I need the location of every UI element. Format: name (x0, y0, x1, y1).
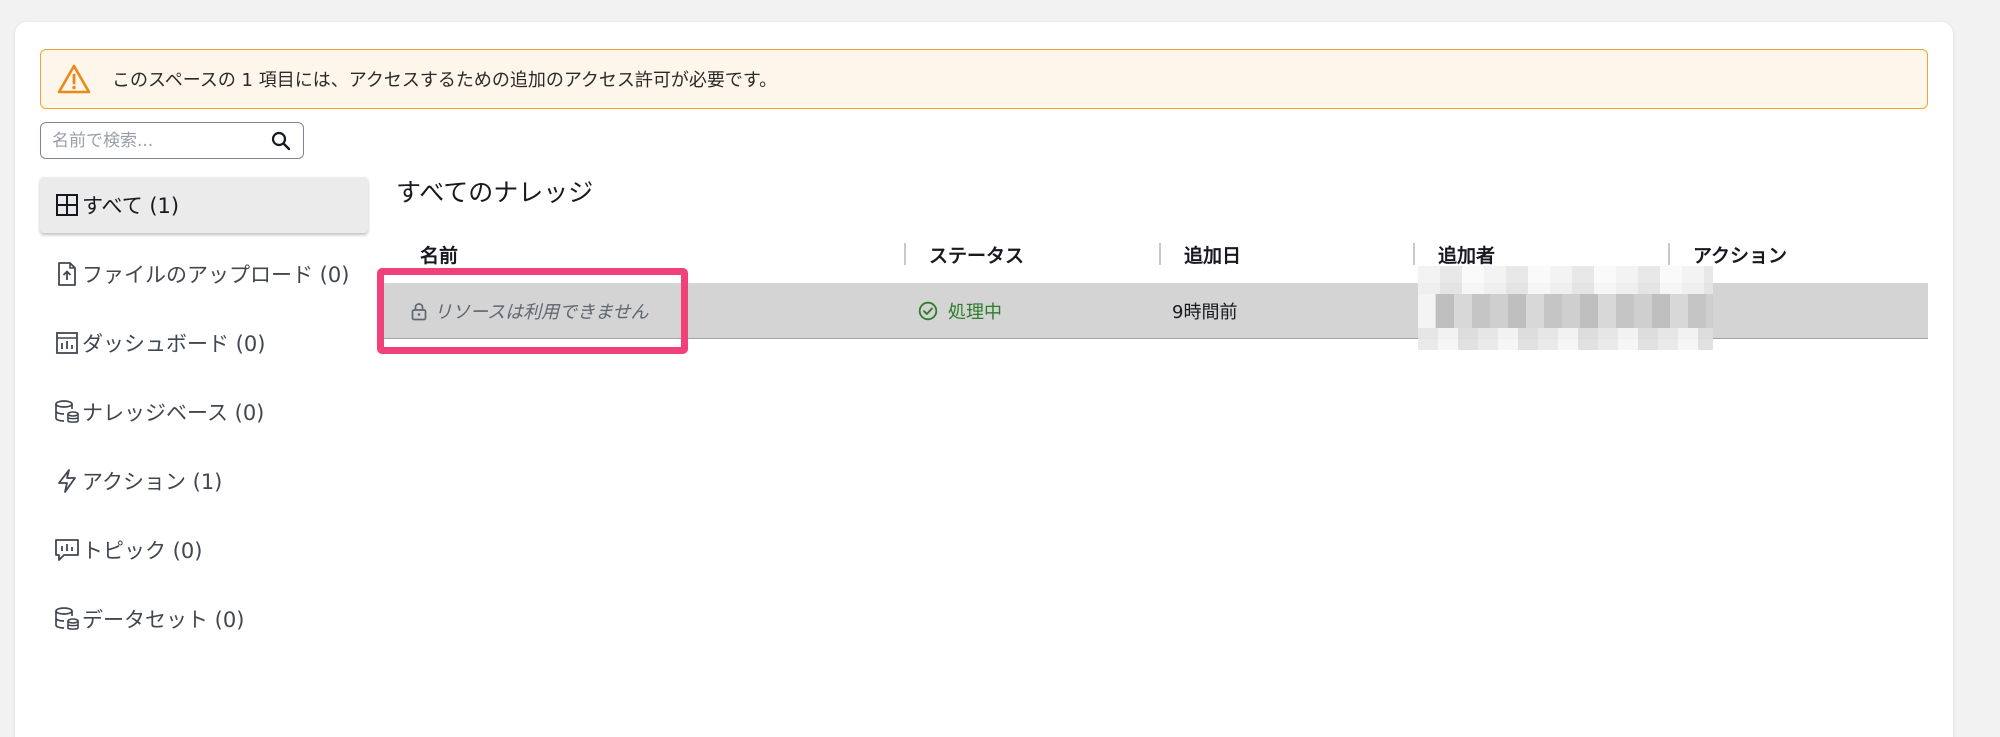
sidebar-item-all[interactable]: すべて (1) (40, 177, 368, 233)
search-icon[interactable] (271, 131, 291, 151)
permission-alert: このスペースの 1 項目には、アクセスするための追加のアクセス許可が必要です。 (40, 49, 1928, 109)
sidebar-item-label: すべて (1) (82, 194, 180, 218)
sidebar-item-dashboard[interactable]: ダッシュボード (0) (40, 315, 368, 371)
database-icon (54, 399, 80, 425)
dataset-icon (54, 606, 80, 632)
column-header-status[interactable]: ステータス (929, 240, 1024, 268)
lightning-icon (54, 468, 80, 494)
grid-icon (54, 192, 80, 218)
status-text: 処理中 (948, 302, 1002, 323)
column-divider (1159, 243, 1161, 265)
sidebar-item-label: ファイルのアップロード (0) (82, 263, 350, 287)
sidebar-item-label: データセット (0) (82, 608, 245, 632)
sidebar-item-actions[interactable]: アクション (1) (40, 453, 368, 509)
page-title: すべてのナレッジ (396, 178, 594, 207)
column-divider (1668, 243, 1670, 265)
column-header-added-date[interactable]: 追加日 (1184, 240, 1241, 268)
column-divider (904, 243, 906, 265)
sidebar-item-label: トピック (0) (82, 539, 203, 563)
sidebar-item-file-upload[interactable]: ファイルのアップロード (0) (40, 246, 368, 302)
sidebar-item-knowledge-base[interactable]: ナレッジベース (0) (40, 384, 368, 440)
redacted-added-by (1418, 266, 1713, 350)
check-circle-icon (918, 300, 940, 322)
sidebar-item-datasets[interactable]: データセット (0) (40, 591, 368, 647)
column-divider (1413, 243, 1415, 265)
alert-message: このスペースの 1 項目には、アクセスするための追加のアクセス許可が必要です。 (112, 70, 778, 91)
search-box[interactable] (40, 122, 304, 159)
column-header-added-by[interactable]: 追加者 (1438, 240, 1495, 268)
sidebar-item-label: ナレッジベース (0) (82, 401, 265, 425)
status-cell: 処理中 (918, 283, 1002, 339)
file-upload-icon (54, 261, 80, 287)
column-header-name[interactable]: 名前 (420, 240, 458, 268)
highlight-box (377, 268, 688, 354)
added-date-cell: 9時間前 (1172, 302, 1238, 323)
search-input[interactable] (41, 130, 261, 151)
sidebar-item-topics[interactable]: トピック (0) (40, 522, 368, 578)
column-header-actions: アクション (1693, 244, 1788, 267)
warning-icon (56, 61, 92, 97)
dashboard-icon (54, 330, 80, 356)
sidebar-item-label: アクション (1) (82, 470, 223, 494)
sidebar-item-label: ダッシュボード (0) (82, 332, 266, 356)
topic-chat-icon (54, 537, 80, 563)
